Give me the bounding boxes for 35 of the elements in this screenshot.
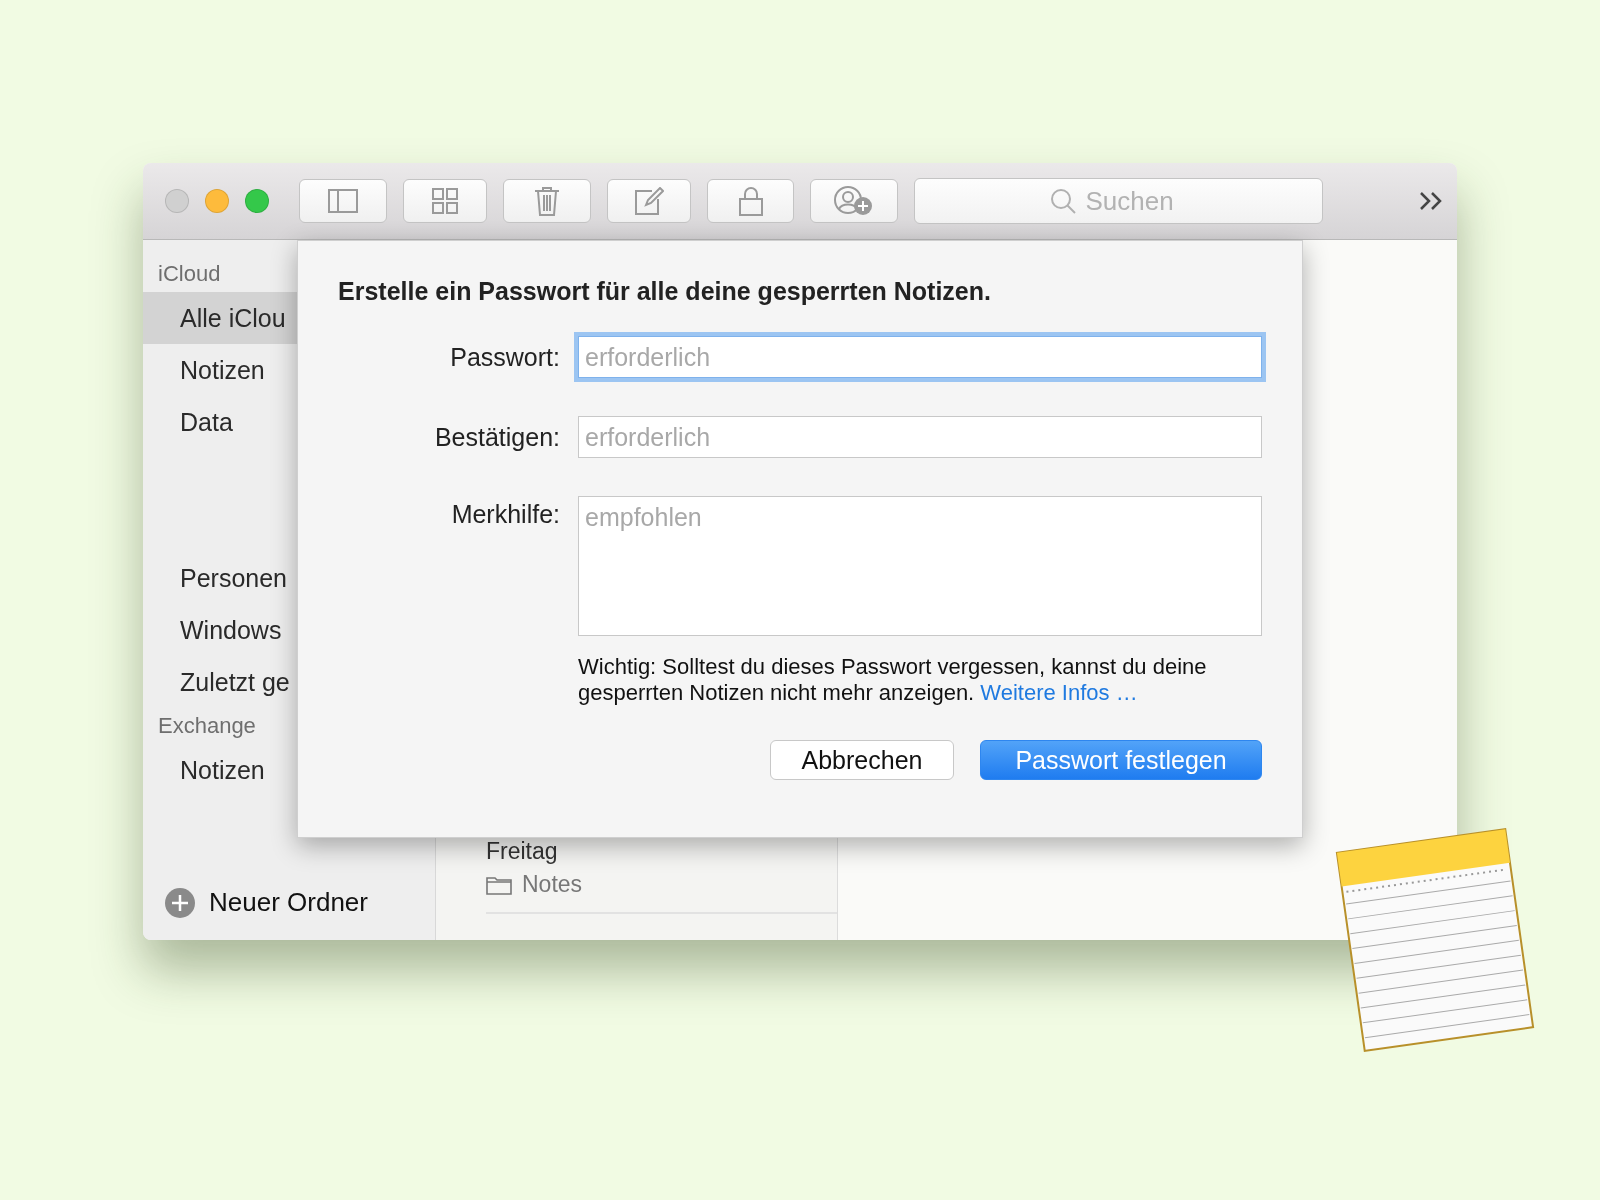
field-label: Passwort:	[449, 342, 560, 373]
toolbar-button[interactable]	[403, 179, 487, 223]
hint-field[interactable]: empfohlen	[578, 496, 1262, 636]
sidebar-icon	[328, 189, 358, 213]
zoom-icon[interactable]	[245, 189, 269, 213]
toolbar-button[interactable]	[299, 179, 387, 223]
grid-icon	[432, 188, 458, 214]
toolbar-button[interactable]	[810, 179, 898, 223]
add-person-icon	[834, 186, 874, 216]
search-field[interactable]: Suchen	[914, 178, 1323, 224]
search-input[interactable]: Suchen	[1083, 184, 1188, 218]
toolbar-button[interactable]	[503, 179, 591, 223]
toolbar-button[interactable]	[707, 179, 794, 223]
note-date: Freitag	[486, 838, 559, 865]
plus-icon	[165, 887, 195, 918]
minimize-icon[interactable]	[205, 189, 229, 213]
warning-text: Wichtig: Solltest du dieses Passwort vergessen, kannst du deine gesperrten Notizen nicht mehr anzeigen. Weitere Infos …	[578, 654, 1208, 706]
cancel-button[interactable]: Abbrechen	[770, 740, 954, 780]
folder-name: Notes	[522, 871, 583, 898]
field-label: Merkhilfe:	[450, 499, 560, 530]
password-field[interactable]: erforderlich	[578, 336, 1262, 378]
more-info-link[interactable]: Weitere Infos …	[980, 680, 1138, 705]
field-label: Bestätigen:	[433, 422, 560, 453]
close-icon[interactable]	[165, 189, 189, 213]
chevrons-icon[interactable]	[1419, 191, 1443, 211]
section-header: Exchange	[157, 712, 256, 740]
section-header: iCloud	[157, 260, 221, 288]
compose-icon	[634, 187, 664, 215]
new-folder-button[interactable]: Neuer Ordner	[143, 887, 435, 918]
password-field[interactable]: erforderlich	[578, 416, 1262, 458]
search-icon	[1049, 188, 1076, 214]
toolbar-button[interactable]	[607, 179, 691, 223]
trash-icon	[534, 186, 560, 216]
lock-icon	[738, 186, 763, 216]
folder-icon	[486, 874, 512, 895]
